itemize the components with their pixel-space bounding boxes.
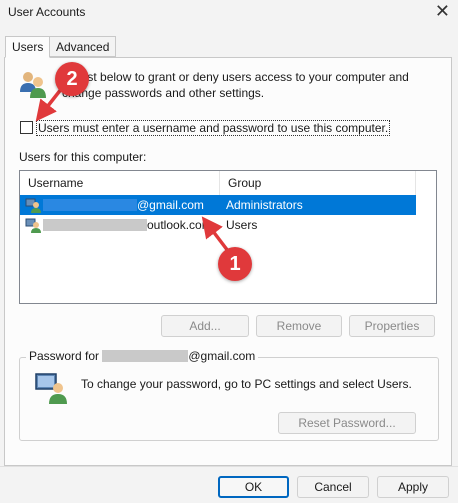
annotation-marker-1: 1 xyxy=(218,247,252,281)
tab-users[interactable]: Users xyxy=(5,36,51,58)
annotation-marker-2: 2 xyxy=(55,62,89,96)
arrow-2 xyxy=(35,86,64,122)
arrow-1 xyxy=(201,216,230,253)
